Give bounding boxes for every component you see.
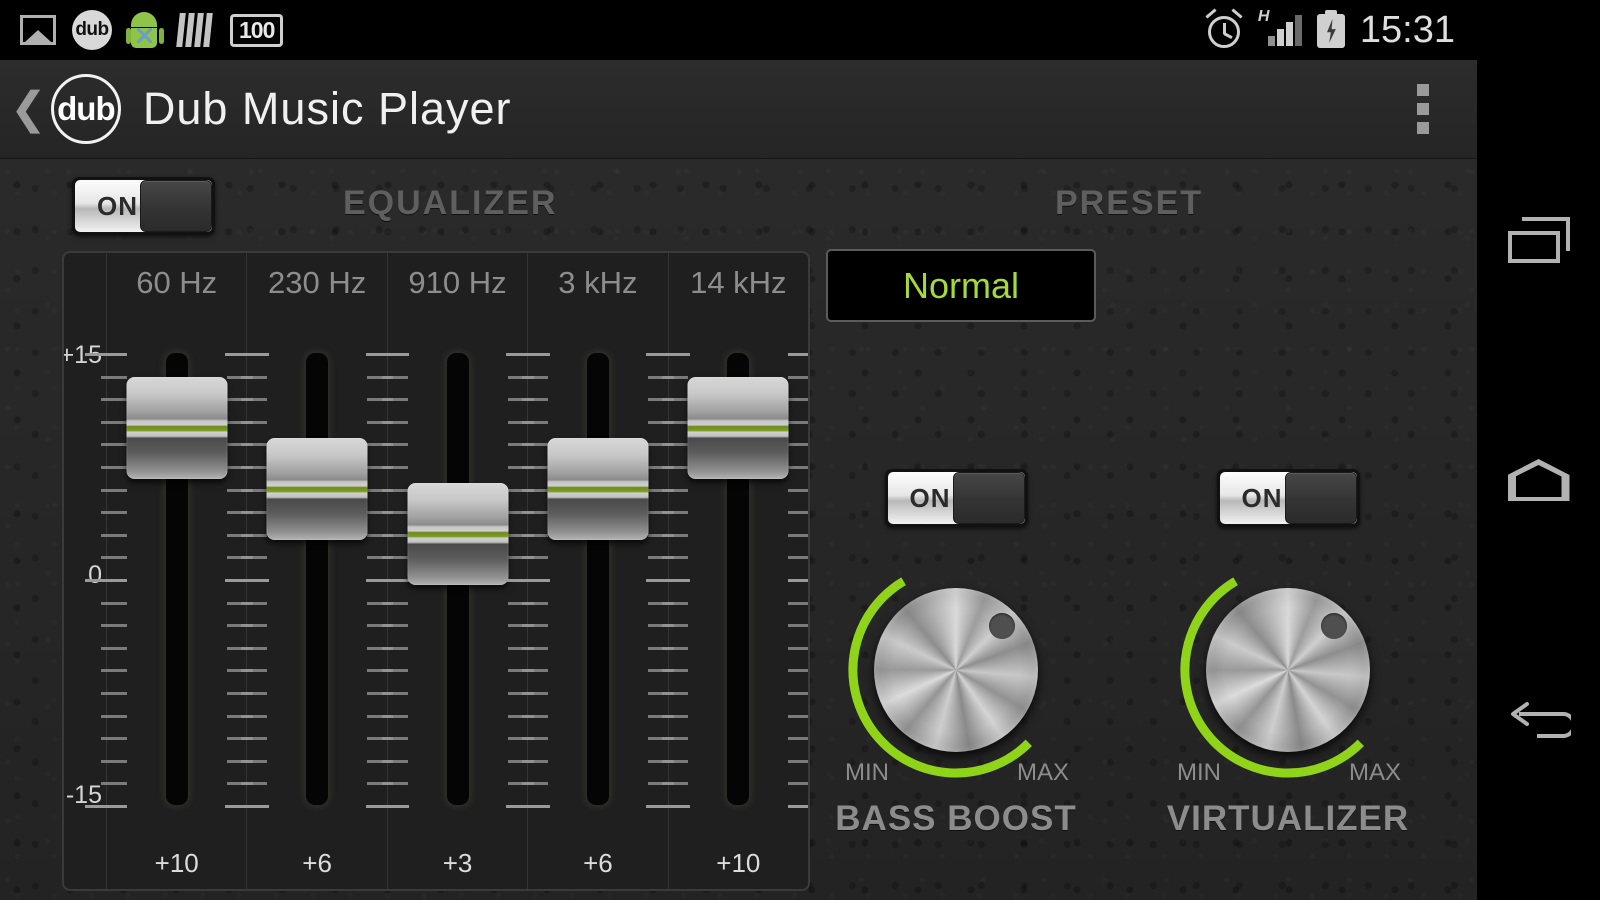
android-icon [126, 10, 164, 50]
equalizer-band: 60 Hz +10 [84, 253, 269, 889]
overflow-menu-icon[interactable] [1417, 84, 1429, 134]
slider-thumb[interactable] [547, 437, 649, 540]
bass-boost-knob[interactable]: MIN MAX [841, 555, 1071, 786]
slider-rail[interactable] [306, 353, 329, 805]
slider-thumb[interactable] [126, 377, 228, 480]
bass-boost-control: ON MIN MAX BASS BOOST [806, 469, 1106, 839]
equalizer-band: 230 Hz +6 [225, 253, 410, 889]
action-bar: ❮ dub Dub Music Player [0, 60, 1477, 159]
bass-boost-toggle[interactable]: ON [884, 469, 1028, 527]
preset-value: Normal [902, 264, 1019, 306]
signal-h-icon: H [1257, 8, 1302, 50]
bass-boost-toggle-knob[interactable] [952, 472, 1025, 524]
status-bar: dub 100 H 15:31 [0, 0, 1477, 60]
bass-boost-toggle-label: ON [909, 482, 951, 513]
virtualizer-knob-indicator [1321, 613, 1347, 639]
bass-boost-label: BASS BOOST [835, 799, 1077, 838]
alarm-icon [1204, 8, 1244, 50]
bass-boost-max-label: MAX [1016, 759, 1069, 786]
status-bar-clock: 15:31 [1359, 9, 1455, 51]
band-gain-value: +6 [583, 848, 613, 878]
band-frequency-label: 60 Hz [136, 265, 218, 300]
back-button[interactable] [1504, 685, 1576, 755]
slider-rail[interactable] [586, 353, 609, 805]
virtualizer-toggle-label: ON [1241, 482, 1283, 513]
equalizer-screen: ON EQUALIZER PRESET Normal +15 0 -15 60 … [0, 159, 1477, 900]
equalizer-heading: EQUALIZER [343, 184, 558, 222]
equalizer-band: 910 Hz +3 [365, 253, 550, 889]
image-icon [20, 15, 56, 45]
bass-boost-knob-indicator [989, 613, 1015, 639]
dub-logo-icon[interactable]: dub [50, 74, 121, 144]
back-chevron-icon[interactable]: ❮ [10, 87, 47, 131]
equalizer-band: 14 kHz +10 [646, 253, 808, 889]
device-screen: dub 100 H 15:31 ❮ dub Dub Music Player O… [0, 0, 1600, 900]
slider-thumb[interactable] [407, 482, 509, 585]
virtualizer-toggle-knob[interactable] [1284, 472, 1357, 524]
back-icon [1507, 698, 1576, 742]
equalizer-panel: +15 0 -15 60 Hz +10 230 Hz +6 910 Hz +3 3 kHz +… [62, 251, 810, 891]
equalizer-toggle[interactable]: ON [72, 177, 215, 235]
scale-label-zero: 0 [88, 561, 102, 589]
bass-boost-min-label: MIN [845, 759, 889, 786]
home-icon [1507, 459, 1570, 501]
virtualizer-control: ON MIN MAX VIRTUALIZER [1138, 469, 1438, 839]
home-button[interactable] [1504, 445, 1574, 515]
app-title: Dub Music Player [142, 83, 512, 134]
virtualizer-min-label: MIN [1177, 759, 1221, 786]
equalizer-band: 3 kHz +6 [505, 253, 690, 889]
badge-100-icon: 100 [230, 13, 284, 47]
preset-heading: PRESET [1055, 184, 1204, 222]
band-gain-value: +10 [154, 848, 199, 878]
virtualizer-label: VIRTUALIZER [1166, 799, 1410, 838]
band-gain-value: +6 [302, 848, 332, 878]
equalizer-bands: 60 Hz +10 230 Hz +6 910 Hz +3 3 kHz +6 14 kHz +10 [84, 253, 808, 889]
virtualizer-toggle[interactable]: ON [1216, 469, 1360, 527]
bass-boost-knob-face[interactable] [874, 588, 1038, 752]
preset-selector[interactable]: Normal [826, 249, 1096, 322]
recents-button[interactable] [1504, 205, 1574, 275]
slider-thumb[interactable] [266, 437, 368, 540]
dub-app-icon: dub [72, 10, 112, 50]
virtualizer-knob-face[interactable] [1206, 588, 1370, 752]
equalizer-toggle-label: ON [97, 190, 138, 221]
network-type-label: H [1257, 8, 1270, 25]
band-frequency-label: 910 Hz [408, 265, 507, 300]
recents-icon [1507, 217, 1570, 263]
virtualizer-knob[interactable]: MIN MAX [1173, 555, 1403, 786]
band-frequency-label: 14 kHz [690, 265, 787, 300]
system-navigation-bar [1477, 0, 1600, 900]
slider-thumb[interactable] [687, 377, 789, 480]
equalizer-toggle-knob[interactable] [140, 180, 212, 232]
band-gain-value: +10 [716, 848, 761, 878]
band-gain-value: +3 [442, 848, 473, 878]
band-frequency-label: 3 kHz [558, 265, 638, 300]
equalizer-scale: +15 0 -15 [64, 253, 107, 889]
virtualizer-max-label: MAX [1348, 759, 1401, 786]
band-slider[interactable] [646, 353, 808, 808]
bars-icon [176, 13, 216, 47]
battery-charging-icon [1316, 10, 1346, 50]
status-bar-notifications: dub 100 [0, 10, 284, 50]
band-frequency-label: 230 Hz [267, 265, 367, 300]
status-bar-system: H 15:31 [1204, 8, 1477, 51]
